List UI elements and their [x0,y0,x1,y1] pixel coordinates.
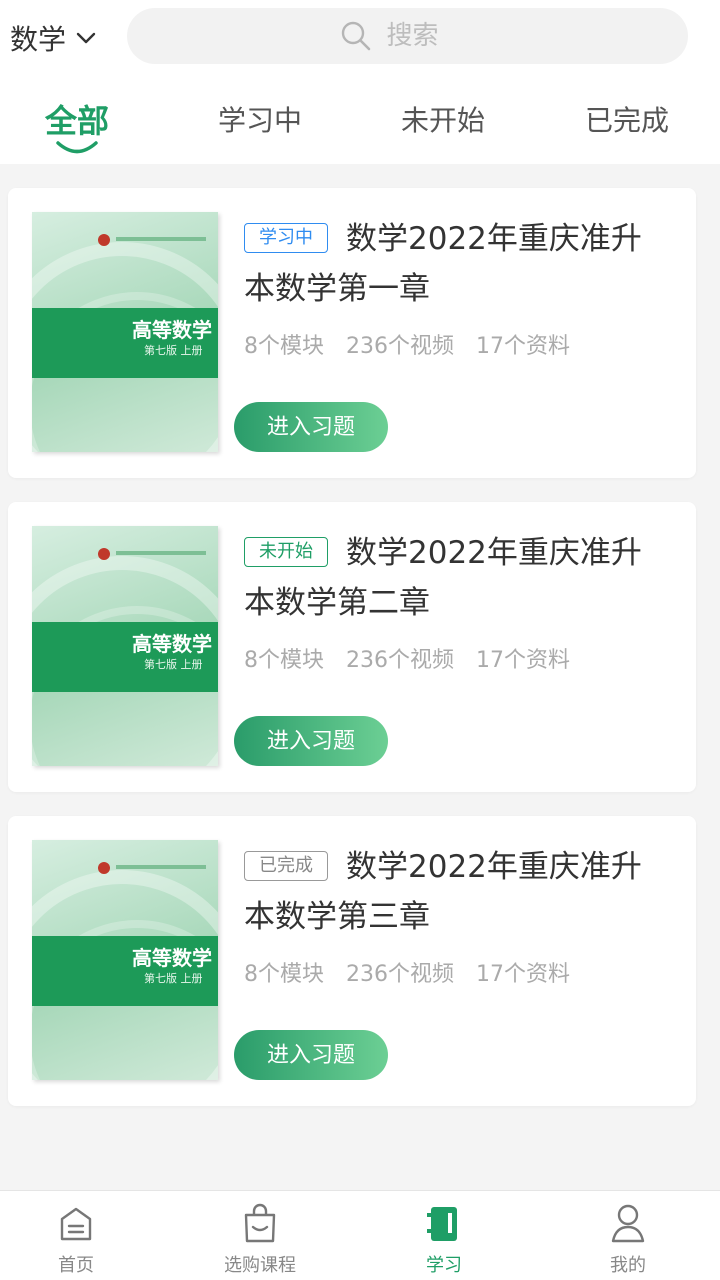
search-icon [341,21,370,51]
subject-label: 数学 [10,23,67,56]
module-count: 8个模块 [244,648,324,673]
course-card[interactable]: 高等数学 第七版 上册 未开始 数学2022年重庆准升本数学第二章 8个模块 2… [8,502,696,792]
course-card[interactable]: 高等数学 第七版 上册 学习中 数学2022年重庆准升本数学第一章 8个模块 2… [8,188,696,478]
active-tab-indicator [56,141,98,154]
nav-item-profile[interactable]: 我的 [538,1191,718,1280]
course-title: 数学2022年重庆准升本数学第三章 [244,849,642,935]
course-card[interactable]: 高等数学 第七版 上册 已完成 数学2022年重庆准升本数学第三章 8个模块 2… [8,816,696,1106]
cover-title: 高等数学 [132,318,212,342]
notebook-icon [427,1207,457,1241]
book-cover: 高等数学 第七版 上册 [32,840,218,1080]
enter-exercises-button[interactable]: 进入习题 [234,1030,388,1080]
nav-item-shop[interactable]: 选购课程 [170,1191,350,1280]
bottom-nav: 首页 选购课程 学习 我的 [0,1190,720,1280]
cover-subtitle: 第七版 上册 [144,972,203,985]
module-count: 8个模块 [244,334,324,359]
material-count: 17个资料 [476,962,570,987]
video-count: 236个视频 [346,334,454,359]
home-icon [60,1207,92,1241]
course-title: 数学2022年重庆准升本数学第一章 [244,221,642,307]
nav-label: 我的 [610,1255,646,1276]
shopping-bag-icon [244,1203,276,1243]
material-count: 17个资料 [476,648,570,673]
course-title: 数学2022年重庆准升本数学第二章 [244,535,642,621]
cover-subtitle: 第七版 上册 [144,344,203,357]
filter-tabs: 全部 学习中 未开始 已完成 [0,76,720,164]
cover-title: 高等数学 [132,632,212,656]
material-count: 17个资料 [476,334,570,359]
cover-title: 高等数学 [132,946,212,970]
top-bar: 数学 [0,0,720,76]
enter-exercises-button[interactable]: 进入习题 [234,402,388,452]
video-count: 236个视频 [346,648,454,673]
book-cover: 高等数学 第七版 上册 [32,212,218,452]
video-count: 236个视频 [346,962,454,987]
subject-selector[interactable]: 数学 [10,18,98,58]
search-input[interactable] [386,21,477,51]
nav-label: 选购课程 [224,1255,296,1276]
tab-completed[interactable]: 已完成 [537,76,717,164]
nav-item-home[interactable]: 首页 [0,1191,166,1280]
course-meta: 8个模块 236个视频 17个资料 [244,328,592,360]
course-meta: 8个模块 236个视频 17个资料 [244,642,592,674]
search-bar[interactable] [127,8,688,64]
enter-exercises-button[interactable]: 进入习题 [234,716,388,766]
book-cover: 高等数学 第七版 上册 [32,526,218,766]
module-count: 8个模块 [244,962,324,987]
course-meta: 8个模块 236个视频 17个资料 [244,956,592,988]
user-icon [611,1204,645,1243]
tab-learning[interactable]: 学习中 [170,76,350,164]
tab-not-started[interactable]: 未开始 [353,76,533,164]
chevron-down-icon [76,32,96,44]
nav-label: 首页 [58,1255,94,1276]
nav-item-study[interactable]: 学习 [354,1191,534,1280]
cover-subtitle: 第七版 上册 [144,658,203,671]
nav-label: 学习 [426,1255,462,1276]
